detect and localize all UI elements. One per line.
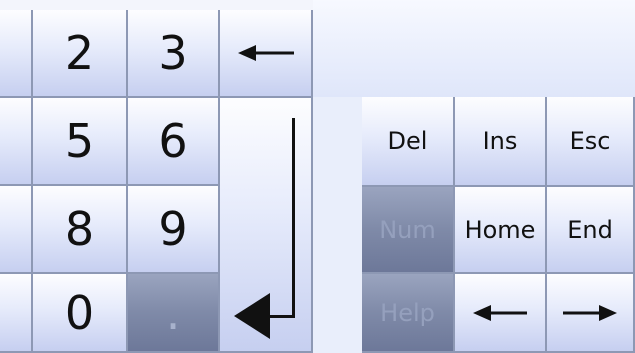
left-arrow-icon [237, 44, 294, 62]
home-key[interactable]: Home [455, 187, 547, 274]
num-key[interactable]: Num [362, 187, 455, 274]
partial-key-row2[interactable] [0, 98, 33, 186]
partial-key-row3[interactable] [0, 186, 33, 274]
backspace-key[interactable] [220, 10, 313, 98]
right-arrow-key[interactable] [547, 274, 635, 353]
key-2[interactable]: 2 [33, 10, 128, 98]
key-9[interactable]: 9 [128, 186, 220, 274]
right-arrow-icon [563, 304, 617, 322]
key-8[interactable]: 8 [33, 186, 128, 274]
left-arrow-key[interactable] [455, 274, 547, 353]
esc-key[interactable]: Esc [547, 97, 635, 187]
left-arrow-icon [473, 304, 527, 322]
empty-panel-area [313, 0, 635, 97]
enter-key[interactable] [220, 98, 313, 353]
key-6[interactable]: 6 [128, 98, 220, 186]
enter-arrow-icon [234, 118, 304, 348]
partial-key-row1[interactable] [0, 10, 33, 98]
key-decimal[interactable]: . [128, 274, 220, 353]
partial-key-row4[interactable] [0, 274, 33, 353]
end-key[interactable]: End [547, 187, 635, 274]
key-5[interactable]: 5 [33, 98, 128, 186]
key-3[interactable]: 3 [128, 10, 220, 98]
del-key[interactable]: Del [362, 97, 455, 187]
ins-key[interactable]: Ins [455, 97, 547, 187]
key-0[interactable]: 0 [33, 274, 128, 353]
help-key[interactable]: Help [362, 274, 455, 353]
